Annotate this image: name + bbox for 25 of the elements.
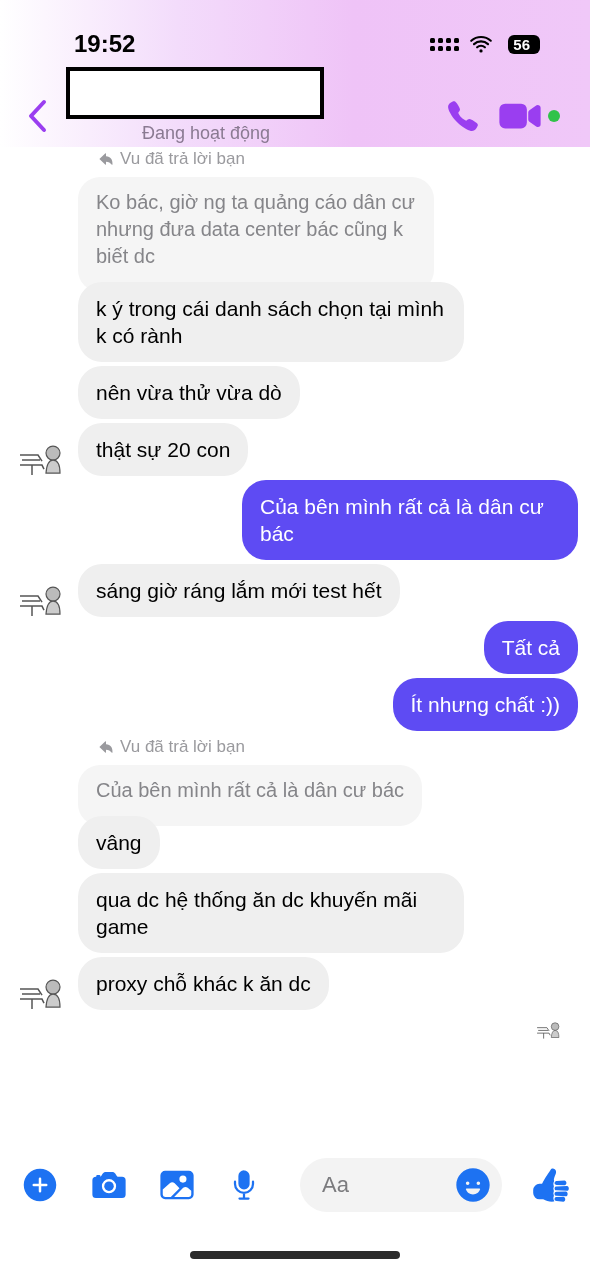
message-field[interactable]: Aa [300,1158,502,1212]
message-bubble: proxy chỗ khác k ăn dc [78,957,329,1010]
reply-icon [98,151,114,167]
message-bubble: vâng [78,816,160,869]
avatar-drawing [536,1020,560,1040]
signal-icon [430,35,461,53]
message-bubble: nên vừa thử vừa dò [78,366,300,419]
reply-icon [98,739,114,755]
battery-level: 56 [508,34,540,54]
reply-label: Vu đã trả lời bạn [120,149,245,169]
message-bubble: thật sự 20 con [78,423,249,476]
message-bubble: k ý trong cái danh sách chọn tại mình k có rành [78,282,464,362]
phone-icon[interactable] [446,99,480,133]
clock-time: 19:52 [74,30,137,58]
emoji-icon[interactable] [454,1166,492,1204]
message-bubble: qua dc hệ thống ăn dc khuyến mãi game [78,873,464,953]
message-bubble: Ít nhưng chất :)) [392,678,578,731]
back-icon[interactable] [26,99,48,133]
message-bubble: sáng giờ ráng lắm mới test hết [78,564,400,617]
active-status: Đang hoạt động [142,122,272,144]
thumbs-up-icon[interactable] [532,1166,570,1204]
message-bubble: Tất cả [483,621,578,674]
quoted-message: Của bên mình rất cả là dân cư bác [78,765,422,826]
reply-label: Vu đã trả lời bạn [120,737,245,757]
message-bubble: Của bên mình rất cả là dân cư bác [242,480,578,560]
